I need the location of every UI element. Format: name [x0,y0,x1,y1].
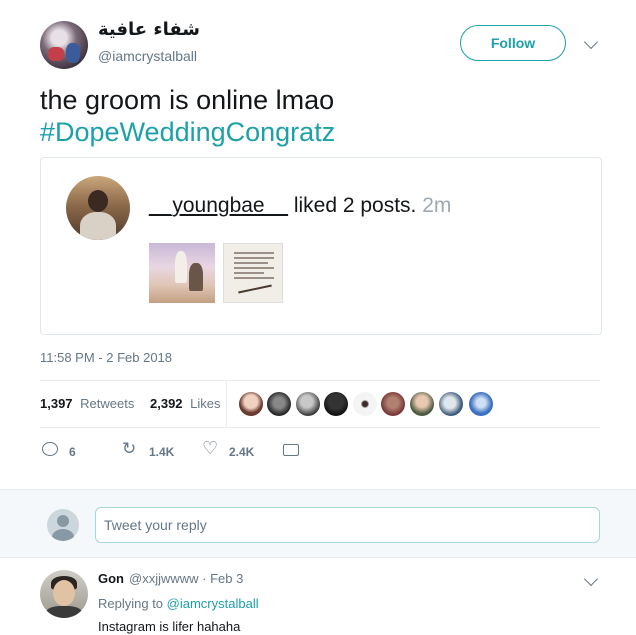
author-display-name[interactable]: شفاء عافية [98,19,200,40]
replying-to: Replying to @iamcrystalball [98,596,259,611]
retweet-count[interactable]: 1.4K [149,445,174,459]
reply-author-avatar[interactable] [40,570,88,618]
retweet-icon[interactable]: ↻ [122,439,136,459]
reply-composer: Tweet your reply [0,489,636,558]
caret-down-icon[interactable] [583,571,599,587]
divider [40,427,600,428]
tweet-text-line: the groom is online lmao [40,85,335,115]
notification-username: __youngbae__ [149,194,288,217]
tweet-text: the groom is online lmao #DopeWeddingCon… [40,84,335,148]
hashtag-link[interactable]: #DopeWeddingCongratz [40,116,335,148]
post-thumbnail-text [223,243,283,303]
caret-down-icon[interactable] [583,34,599,50]
retweets-count[interactable]: 1,397 [40,396,73,411]
likes-count[interactable]: 2,392 [150,396,183,411]
liker-avatar[interactable] [410,392,434,416]
liker-avatar[interactable] [469,392,493,416]
liker-avatar[interactable] [439,392,463,416]
author-handle[interactable]: @iamcrystalball [98,48,197,64]
notification-text: __youngbae__ liked 2 posts. 2m [149,194,451,218]
tweet-timestamp[interactable]: 11:58 PM - 2 Feb 2018 [40,350,172,365]
heart-icon[interactable]: ♡ [202,438,218,459]
notification-action: liked 2 posts. [287,194,423,217]
liker-avatar[interactable] [324,392,348,416]
reply-icon[interactable] [42,442,58,456]
liker-avatar[interactable] [239,392,263,416]
reply-author-handle-date[interactable]: @xxjjwwww · Feb 3 [129,571,243,586]
tweet-media[interactable]: __youngbae__ liked 2 posts. 2m [40,157,602,335]
liker-avatar[interactable] [353,392,377,416]
like-count[interactable]: 2.4K [229,445,254,459]
reply-count[interactable]: 6 [69,445,76,459]
tweet-stats: 1,397 Retweets 2,392 Likes [40,396,221,411]
notification-avatar [66,176,130,240]
author-avatar[interactable] [40,21,88,69]
reply-text: Instagram is lifer hahaha [98,619,241,634]
reply-input[interactable]: Tweet your reply [95,507,600,543]
divider [226,381,227,427]
likes-label[interactable]: Likes [190,396,220,411]
post-thumbnail-wedding [149,243,215,303]
liker-avatar[interactable] [267,392,291,416]
liker-avatar[interactable] [296,392,320,416]
divider [40,380,600,381]
retweets-label[interactable]: Retweets [80,396,134,411]
envelope-icon[interactable] [283,444,299,456]
reply-author-name[interactable]: Gon [98,571,124,586]
replying-mention[interactable]: @iamcrystalball [167,596,259,611]
current-user-avatar [47,509,79,541]
follow-button[interactable]: Follow [460,25,566,61]
liker-avatar[interactable] [381,392,405,416]
notification-time: 2m [422,194,452,217]
replying-prefix: Replying to [98,596,167,611]
